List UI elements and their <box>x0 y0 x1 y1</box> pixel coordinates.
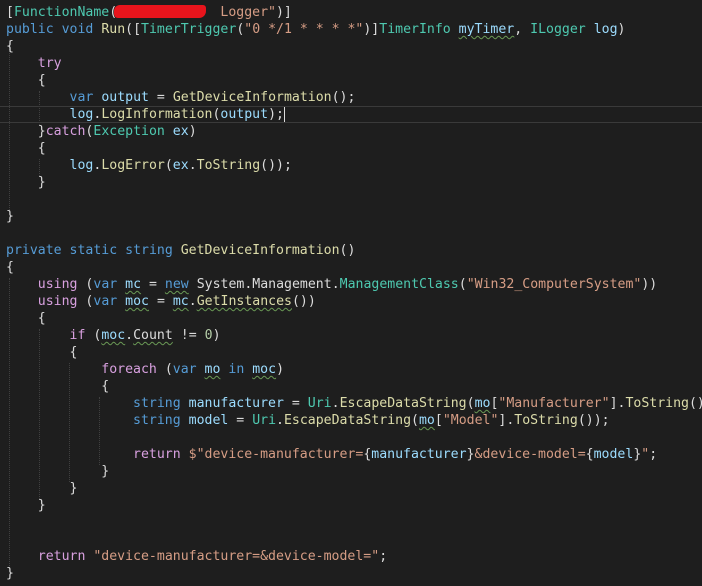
code-line: } <box>69 481 78 496</box>
code-line: using (var moc = mc.GetInstances()) <box>37 294 316 309</box>
code-line: }catch(Exception ex) <box>37 124 197 139</box>
code-line: log.LogInformation(output); <box>69 106 285 122</box>
code-line: } <box>101 464 110 479</box>
code-line: } <box>37 498 46 513</box>
code-line: } <box>6 566 14 581</box>
code-line: string manufacturer = Uri.EscapeDataStri… <box>133 396 702 411</box>
code-line: { <box>69 345 78 360</box>
code-line: private static string GetDeviceInformati… <box>6 243 356 258</box>
code-line: { <box>37 141 46 156</box>
code-line: { <box>101 379 110 394</box>
code-line: public void Run([TimerTrigger("0 */1 * *… <box>6 22 626 37</box>
code-line: if (moc.Count != 0) <box>69 328 221 343</box>
code-line: return "device-manufacturer=&device-mode… <box>37 549 388 564</box>
redaction-mark <box>114 5 206 18</box>
code-line: { <box>37 73 46 88</box>
code-line: } <box>37 175 46 190</box>
code-line: log.LogError(ex.ToString()); <box>69 158 292 173</box>
code-line: var output = GetDeviceInformation(); <box>69 90 356 105</box>
code-line: foreach (var mo in moc) <box>101 362 285 377</box>
code-line: { <box>6 260 14 275</box>
code-line: return $"device-manufacturer={manufactur… <box>133 447 658 462</box>
code-line: } <box>6 209 14 224</box>
code-line: try <box>37 56 62 71</box>
code-line: { <box>6 39 14 54</box>
text-caret <box>283 106 285 122</box>
code-line: using (var mc = new System.Management.Ma… <box>37 277 658 292</box>
code-editor[interactable]: [FunctionName(" Logger")] public void Ru… <box>0 0 702 586</box>
code-line: string model = Uri.EscapeDataString(mo["… <box>133 413 610 428</box>
code-line: { <box>37 311 46 326</box>
